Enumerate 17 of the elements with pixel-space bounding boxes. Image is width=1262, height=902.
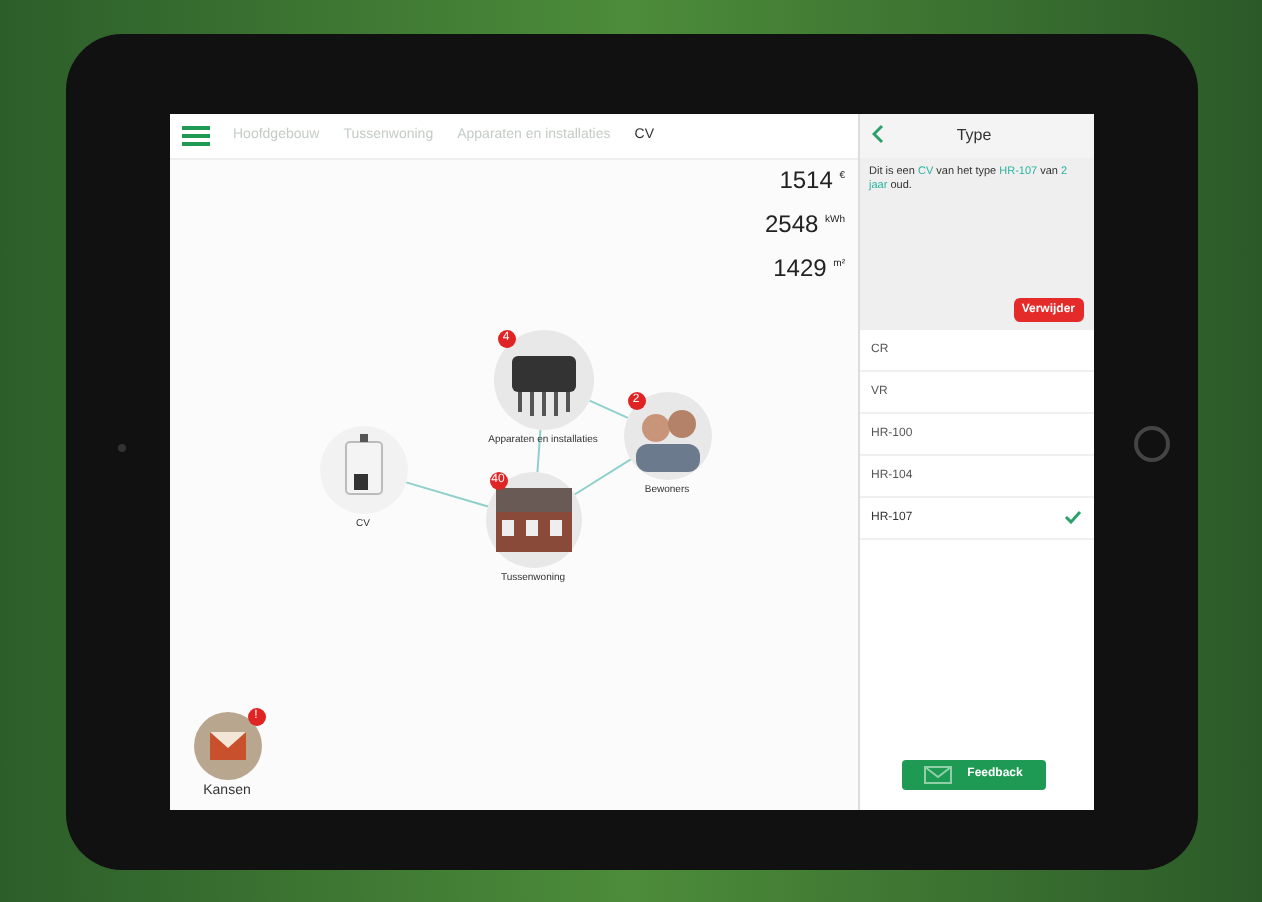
panel-title: Type — [954, 126, 994, 144]
stat-value: 1429 $^{m²}$ — [773, 253, 845, 281]
people-node[interactable] — [623, 391, 711, 479]
connector-line — [535, 427, 541, 473]
back-icon[interactable] — [871, 121, 883, 149]
camera-icon — [117, 443, 125, 451]
envelope-icon — [923, 765, 952, 783]
envelope-icon — [209, 731, 245, 759]
stat-value: 1514 $^{€}$ — [779, 165, 845, 193]
menu-icon[interactable] — [181, 125, 209, 145]
appliance-node[interactable] — [493, 329, 593, 429]
boiler-node[interactable] — [319, 425, 407, 513]
stat-value: 2548 $^{kWh}$ — [764, 209, 845, 237]
connector-line — [587, 398, 628, 418]
connector-line — [404, 480, 488, 507]
connector-line — [572, 457, 631, 495]
house-node[interactable] — [485, 471, 581, 567]
